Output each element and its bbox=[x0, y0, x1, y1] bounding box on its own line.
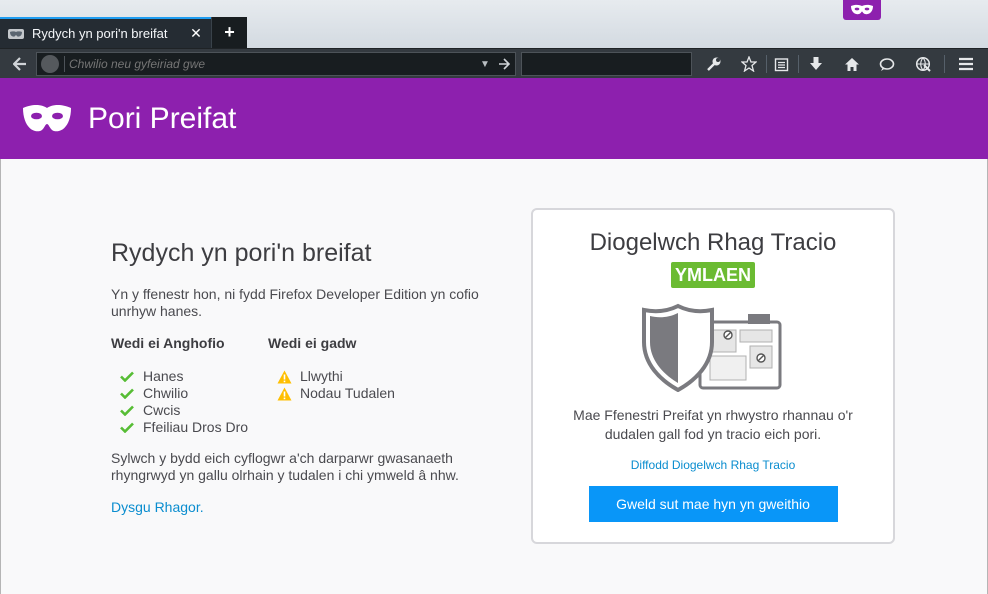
page-title: Pori Preifat bbox=[88, 101, 237, 135]
page-content: Rydych yn pori'n breifat Yn y ffenestr h… bbox=[0, 159, 988, 594]
reading-list-button[interactable] bbox=[767, 49, 795, 79]
intro-text: Yn y ffenestr hon, ni fydd Firefox Devel… bbox=[111, 286, 479, 319]
menu-icon bbox=[959, 57, 973, 71]
kept-column: Wedi ei gadw Llwythi Nodau Tudalen bbox=[268, 335, 395, 436]
browser-window: Rydych yn pori'n breifat ✕ + ▼ bbox=[0, 0, 988, 594]
list-item: Ffeiliau Dros Dro bbox=[111, 419, 268, 436]
tracking-note: Sylwch y bydd eich cyflogwr a'ch darparw… bbox=[111, 450, 459, 483]
tracking-protection-card: Diogelwch Rhag Tracio YMLAEN Mae Ffenest… bbox=[531, 208, 895, 544]
kept-heading: Wedi ei gadw bbox=[268, 335, 357, 351]
close-icon[interactable]: ✕ bbox=[189, 25, 203, 41]
card-description: Mae Ffenestri Preifat yn rhwystro rhanna… bbox=[573, 407, 853, 442]
check-icon bbox=[119, 421, 135, 435]
downloads-button[interactable] bbox=[802, 49, 830, 79]
tab-title: Rydych yn pori'n breifat bbox=[32, 26, 168, 41]
private-mask-icon bbox=[23, 104, 71, 131]
list-item: Hanes bbox=[111, 368, 268, 385]
section-title: Rydych yn pori'n breifat bbox=[111, 239, 372, 267]
warning-icon bbox=[276, 370, 292, 384]
bookmark-star-icon bbox=[741, 56, 757, 72]
list-item: Nodau Tudalen bbox=[268, 385, 395, 402]
list-item: Cwcis bbox=[111, 402, 268, 419]
how-it-works-button[interactable]: Gweld sut mae hyn yn gweithio bbox=[588, 486, 838, 522]
chat-icon bbox=[879, 57, 895, 71]
reading-list-icon bbox=[774, 57, 788, 71]
check-icon bbox=[119, 387, 135, 401]
forgotten-heading: Wedi ei Anghofio bbox=[111, 335, 225, 351]
status-badge: YMLAEN bbox=[671, 262, 755, 288]
dropmarker-icon[interactable]: ▼ bbox=[477, 59, 493, 70]
hello-button[interactable] bbox=[873, 49, 901, 79]
downloads-icon bbox=[810, 57, 822, 70]
title-bar: Rydych yn pori'n breifat ✕ + bbox=[0, 0, 988, 48]
forgotten-column: Wedi ei Anghofio Hanes Chwilio Cwcis Ffe… bbox=[111, 335, 268, 436]
check-icon bbox=[119, 404, 135, 418]
developer-icon bbox=[707, 57, 721, 71]
web-ide-icon bbox=[915, 56, 931, 72]
private-browsing-indicator bbox=[843, 0, 881, 20]
developer-button[interactable] bbox=[700, 49, 728, 79]
warning-icon bbox=[276, 387, 292, 401]
private-mask-icon bbox=[851, 4, 873, 15]
forgotten-kept-columns: Wedi ei Anghofio Hanes Chwilio Cwcis Ffe… bbox=[111, 335, 491, 436]
tracking-protection-illustration bbox=[642, 303, 782, 392]
home-button[interactable] bbox=[838, 49, 866, 79]
card-title: Diogelwch Rhag Tracio bbox=[589, 229, 837, 256]
url-input[interactable] bbox=[69, 57, 477, 71]
learn-more-link[interactable]: Dysgu Rhagor. bbox=[111, 499, 491, 515]
url-bar[interactable]: ▼ bbox=[36, 52, 516, 76]
go-icon[interactable] bbox=[493, 53, 515, 75]
new-tab-button[interactable]: + bbox=[211, 17, 247, 48]
private-tab-icon bbox=[8, 27, 24, 41]
toolbar-divider bbox=[798, 55, 799, 73]
bookmark-button[interactable] bbox=[735, 49, 763, 79]
search-bar[interactable] bbox=[521, 52, 711, 76]
search-input[interactable] bbox=[534, 56, 711, 72]
list-item: Chwilio bbox=[111, 385, 268, 402]
navigation-toolbar: ▼ bbox=[0, 48, 988, 78]
web-ide-button[interactable] bbox=[909, 49, 937, 79]
menu-button[interactable] bbox=[952, 49, 980, 79]
url-divider bbox=[64, 56, 65, 72]
private-browsing-header: Pori Preifat bbox=[0, 78, 988, 159]
back-button[interactable] bbox=[6, 49, 34, 79]
toolbar-divider bbox=[944, 55, 945, 73]
tab-private-browsing[interactable]: Rydych yn pori'n breifat ✕ bbox=[0, 17, 211, 48]
turn-off-tracking-link[interactable]: Diffodd Diogelwch Rhag Tracio bbox=[533, 458, 893, 472]
check-icon bbox=[119, 370, 135, 384]
home-icon bbox=[845, 57, 859, 71]
list-item: Llwythi bbox=[268, 368, 395, 385]
private-info-section: Rydych yn pori'n breifat Yn y ffenestr h… bbox=[111, 239, 491, 515]
back-icon bbox=[13, 57, 26, 71]
identity-icon[interactable] bbox=[41, 55, 59, 73]
